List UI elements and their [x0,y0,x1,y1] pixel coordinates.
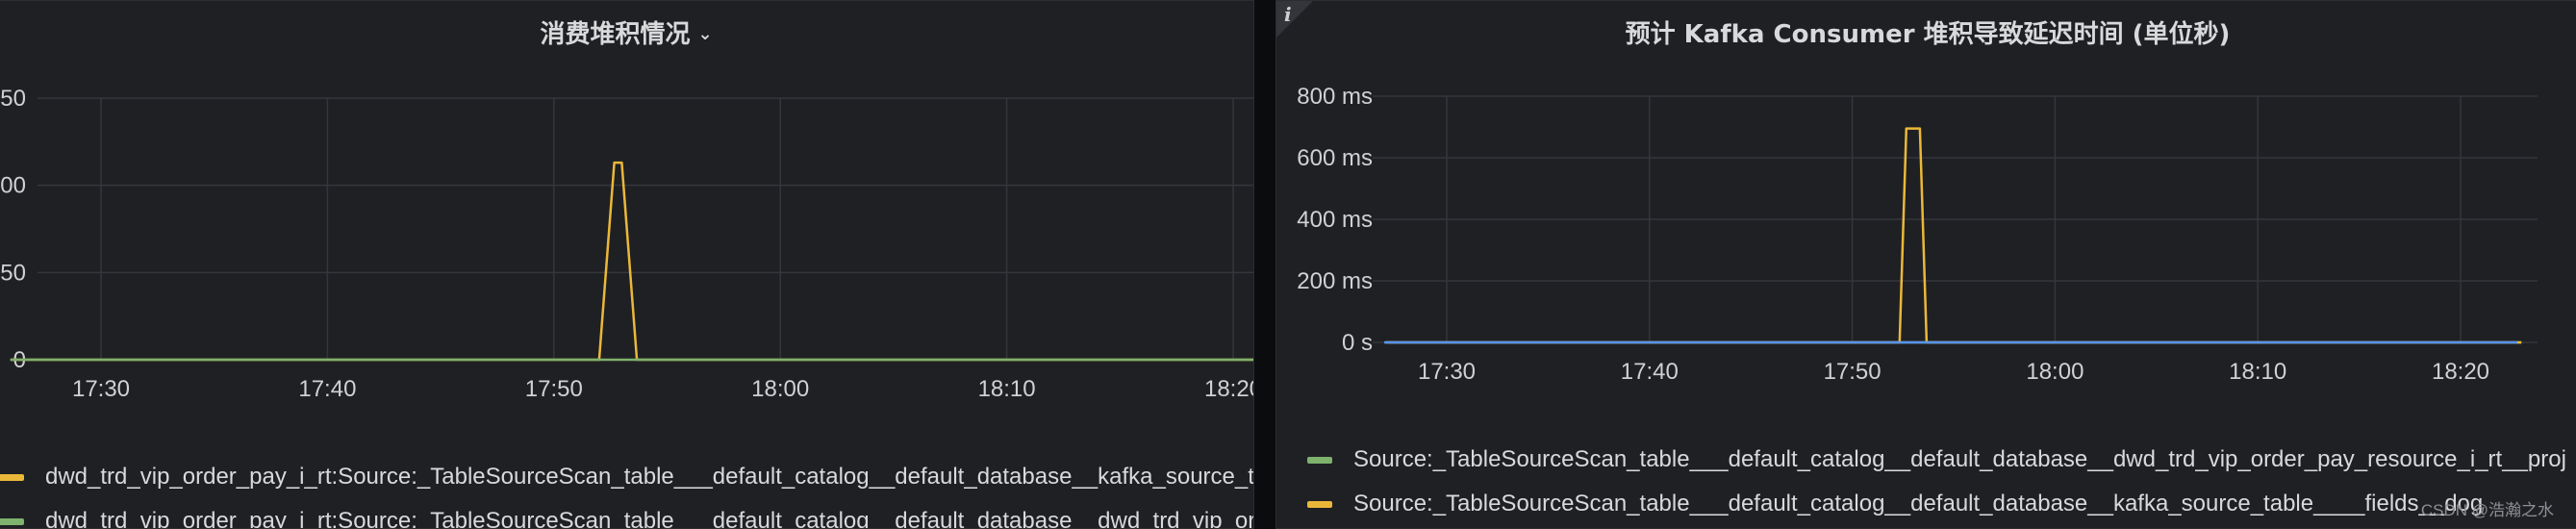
legend: Source:_TableSourceScan_table___default_… [1276,424,2576,528]
y-tick-label: 50 [0,260,26,286]
legend-label[interactable]: dwd_trd_vip_order_pay_i_rt:Source:_Table… [45,505,1253,528]
panel-kafka-latency: i 预计 Kafka Consumer 堆积导致延迟时间 (单位秒) 17:30… [1275,0,2576,529]
x-tick-label: 18:20 [2432,359,2489,385]
x-tick-label: 17:50 [525,376,583,402]
watermark: CSDN @浩瀚之水 [2420,501,2554,519]
legend-label[interactable]: Source:_TableSourceScan_table___default_… [1353,488,2483,520]
x-tick-label: 18:00 [751,376,809,402]
y-tick-label: 200 ms [1297,268,1373,294]
chart-area[interactable]: 17:3017:4017:5018:0018:1018:20050100150 [0,1,1254,415]
legend-swatch [1307,501,1332,508]
legend-label[interactable]: dwd_trd_vip_order_pay_i_rt:Source:_Table… [45,461,1253,493]
panel-consumption-backlog: 消费堆积情况⌄ 17:3017:4017:5018:0018:1018:2005… [0,0,1254,529]
y-tick-label: 600 ms [1297,145,1373,171]
legend-swatch [1307,457,1332,464]
x-tick-label: 17:40 [298,376,356,402]
y-tick-label: 150 [0,86,26,112]
x-tick-label: 18:10 [2229,359,2286,385]
y-tick-label: 0 s [1342,330,1373,356]
x-tick-label: 18:00 [2026,359,2084,385]
x-tick-label: 17:30 [72,376,130,402]
x-tick-label: 17:50 [1824,359,1881,385]
chart-area[interactable]: 17:30 17:40 17:50 18:00 18:10 18:20 0 s 200 ms 4… [1276,1,2576,415]
legend: dwd_trd_vip_order_pay_i_rt:Source:_Table… [0,424,1253,528]
legend-label[interactable]: Source:_TableSourceScan_table___default_… [1353,443,2566,476]
x-tick-label: 17:40 [1621,359,1679,385]
series-line-yellow [1385,127,2522,344]
legend-swatch [0,474,24,481]
x-tick-label: 18:10 [978,376,1036,402]
series-line-yellow [10,161,1253,362]
legend-swatch [0,518,24,525]
y-tick-label: 800 ms [1297,84,1373,110]
x-tick-label: 18:20 [1204,376,1254,402]
y-tick-label: 400 ms [1297,207,1373,233]
x-tick-label: 17:30 [1418,359,1476,385]
y-tick-label: 100 [0,173,26,199]
